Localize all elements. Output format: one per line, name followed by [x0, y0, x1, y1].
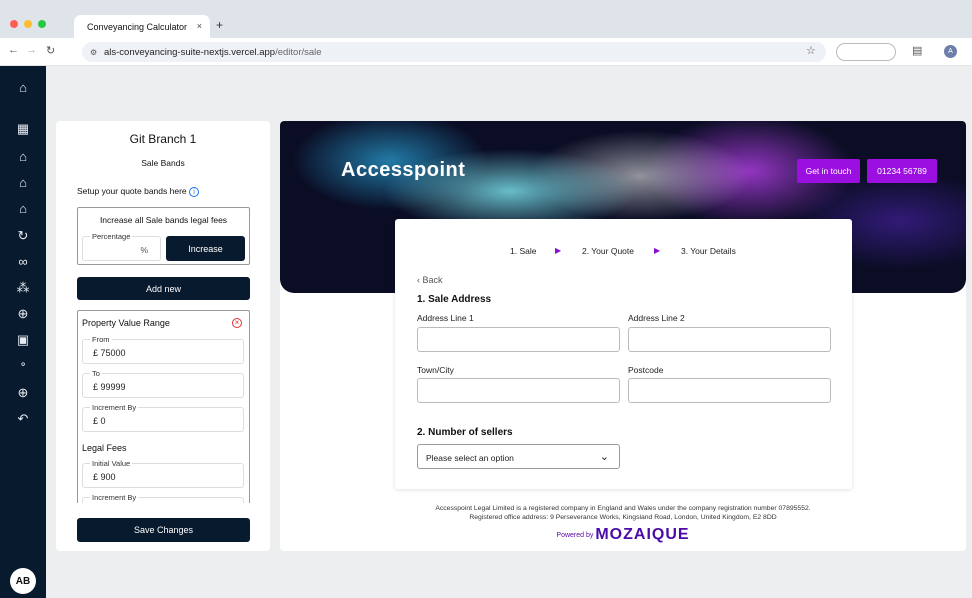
initial-value-label: Initial Value [90, 459, 133, 468]
footer-line-2: Registered office address: 9 Perseveranc… [469, 514, 777, 521]
back-link[interactable]: ‹ Back [417, 275, 443, 285]
address-line2-input[interactable] [628, 327, 831, 352]
from-field[interactable]: From £ 75000 [82, 335, 244, 364]
phone-button[interactable]: 01234 56789 [867, 159, 937, 183]
number-of-sellers-heading: 2. Number of sellers [417, 427, 513, 438]
percentage-field[interactable]: Percentage % [82, 232, 161, 261]
browser-tab[interactable]: Conveyancing Calculator × [74, 15, 210, 38]
browser-toolbar: ← → ↻ ⚙ als-conveyancing-suite-nextjs.ve… [0, 38, 972, 66]
link-icon[interactable]: ∞ [13, 252, 33, 272]
address-bar[interactable]: ⚙ als-conveyancing-suite-nextjs.vercel.a… [82, 42, 826, 62]
bookmark-star-icon[interactable]: ☆ [806, 44, 816, 57]
legal-increment-field[interactable]: Increment By [82, 493, 244, 503]
setup-text: Setup your quote bands here i [77, 186, 200, 197]
chevron-down-icon: ⌄ [599, 451, 609, 463]
to-value: £ 99999 [93, 382, 126, 392]
close-window-icon[interactable] [10, 20, 18, 28]
dashboard-grid-icon[interactable]: ▦ [13, 119, 33, 139]
quote-form-card: 1. Sale ▶ 2. Your Quote ▶ 3. Your Detail… [395, 219, 852, 489]
app-sidebar: ⌂ ▦ ⌂ ⌂ ⌂ ↻ ∞ ⁂ ⊕ ▣ ᐤ ⊕ ↶ [0, 66, 46, 598]
chevron-left-icon: ‹ [417, 275, 420, 285]
globe-icon[interactable]: ⊕ [13, 383, 33, 403]
panel-title: Git Branch 1 [129, 132, 197, 146]
address-line1-input[interactable] [417, 327, 620, 352]
forward-arrow-icon[interactable]: → [26, 44, 37, 56]
site-settings-icon[interactable]: ⚙ [90, 48, 97, 57]
powered-by-label: Powered by [556, 532, 594, 539]
brand-logo: Accesspoint [341, 159, 466, 181]
remove-band-icon[interactable]: × [232, 318, 242, 328]
from-label: From [90, 335, 112, 344]
footer-line-1: Accesspoint Legal Limited is a registere… [435, 505, 811, 512]
sellers-select[interactable]: Please select an option ⌄ [417, 444, 620, 469]
reload-icon[interactable]: ↻ [46, 44, 55, 57]
undo-icon[interactable]: ↶ [13, 409, 33, 429]
tab-title: Conveyancing Calculator [87, 21, 188, 32]
percentage-label: Percentage [90, 232, 133, 241]
legal-fees-title: Legal Fees [82, 443, 127, 453]
sale-address-heading: 1. Sale Address [417, 294, 492, 305]
zoom-window-icon[interactable] [38, 20, 46, 28]
url-host: als-conveyancing-suite-nextjs.vercel.app [104, 46, 276, 58]
back-label: Back [422, 275, 443, 285]
get-in-touch-button[interactable]: Get in touch [797, 159, 860, 183]
increase-box-title: Increase all Sale bands legal fees [99, 215, 228, 225]
house-add-icon[interactable]: ⌂ [13, 173, 33, 193]
back-arrow-icon[interactable]: ← [8, 44, 19, 56]
house-sale-icon[interactable]: ⌂ [13, 147, 33, 167]
company-footer: Accesspoint Legal Limited is a registere… [280, 504, 966, 522]
add-new-button[interactable]: Add new [77, 277, 250, 300]
nodes-icon[interactable]: ⁂ [13, 278, 33, 298]
to-field[interactable]: To £ 99999 [82, 369, 244, 398]
increment-field[interactable]: Increment By £ 0 [82, 403, 244, 432]
initial-value-field[interactable]: Initial Value £ 900 [82, 459, 244, 488]
postcode-input[interactable] [628, 378, 831, 403]
step-your-details[interactable]: 3. Your Details [681, 246, 736, 256]
setup-label: Setup your quote bands here [77, 186, 187, 196]
users-icon[interactable]: ᐤ [13, 357, 33, 377]
step-arrow-icon: ▶ [654, 246, 661, 255]
step-sale[interactable]: 1. Sale [510, 246, 536, 256]
town-city-input[interactable] [417, 378, 620, 403]
browser-tab-strip: Conveyancing Calculator × + [0, 0, 972, 38]
profile-icon[interactable]: A [944, 45, 957, 58]
initial-value: £ 900 [93, 472, 116, 482]
increase-box: Increase all Sale bands legal fees Perce… [77, 207, 250, 265]
save-changes-button[interactable]: Save Changes [77, 518, 250, 542]
tab-close-icon[interactable]: × [197, 21, 202, 31]
avatar[interactable]: AB [10, 568, 36, 594]
quote-preview: Accesspoint Get in touch 01234 56789 1. … [280, 121, 966, 551]
legal-increment-label: Increment By [90, 493, 139, 502]
percent-unit: % [140, 245, 148, 255]
home-icon[interactable]: ⌂ [13, 78, 33, 98]
increase-button[interactable]: Increase [166, 236, 245, 261]
range-title: Property Value Range [82, 318, 170, 328]
info-icon[interactable]: i [189, 187, 200, 197]
powered-by: Powered by MOZAIQUE [280, 526, 966, 544]
select-placeholder: Please select an option [426, 453, 514, 463]
address-line1-label: Address Line 1 [417, 313, 474, 323]
step-your-quote[interactable]: 2. Your Quote [582, 246, 634, 256]
increment-value: £ 0 [93, 416, 106, 426]
document-icon[interactable]: ▣ [13, 330, 33, 350]
house-icon[interactable]: ⌂ [13, 199, 33, 219]
band-card: Property Value Range × From £ 75000 To £… [77, 310, 250, 503]
sidebar-panel-icon[interactable]: ▤ [912, 44, 922, 57]
minimize-window-icon[interactable] [24, 20, 32, 28]
extensions-group[interactable] [836, 43, 896, 61]
mozaique-logo: MOZAIQUE [595, 526, 690, 543]
panel-subtitle: Sale Bands [141, 158, 185, 168]
increment-label: Increment By [90, 403, 139, 412]
town-city-label: Town/City [417, 365, 454, 375]
editor-panel: Git Branch 1 Sale Bands Setup your quote… [56, 121, 270, 551]
postcode-label: Postcode [628, 365, 664, 375]
step-arrow-icon: ▶ [555, 246, 562, 255]
new-tab-icon[interactable]: + [216, 18, 223, 32]
from-value: £ 75000 [93, 348, 126, 358]
to-label: To [90, 369, 102, 378]
address-line2-label: Address Line 2 [628, 313, 685, 323]
refresh-icon[interactable]: ↻ [13, 226, 33, 246]
url-path: /editor/sale [275, 46, 322, 58]
add-circle-icon[interactable]: ⊕ [13, 304, 33, 324]
